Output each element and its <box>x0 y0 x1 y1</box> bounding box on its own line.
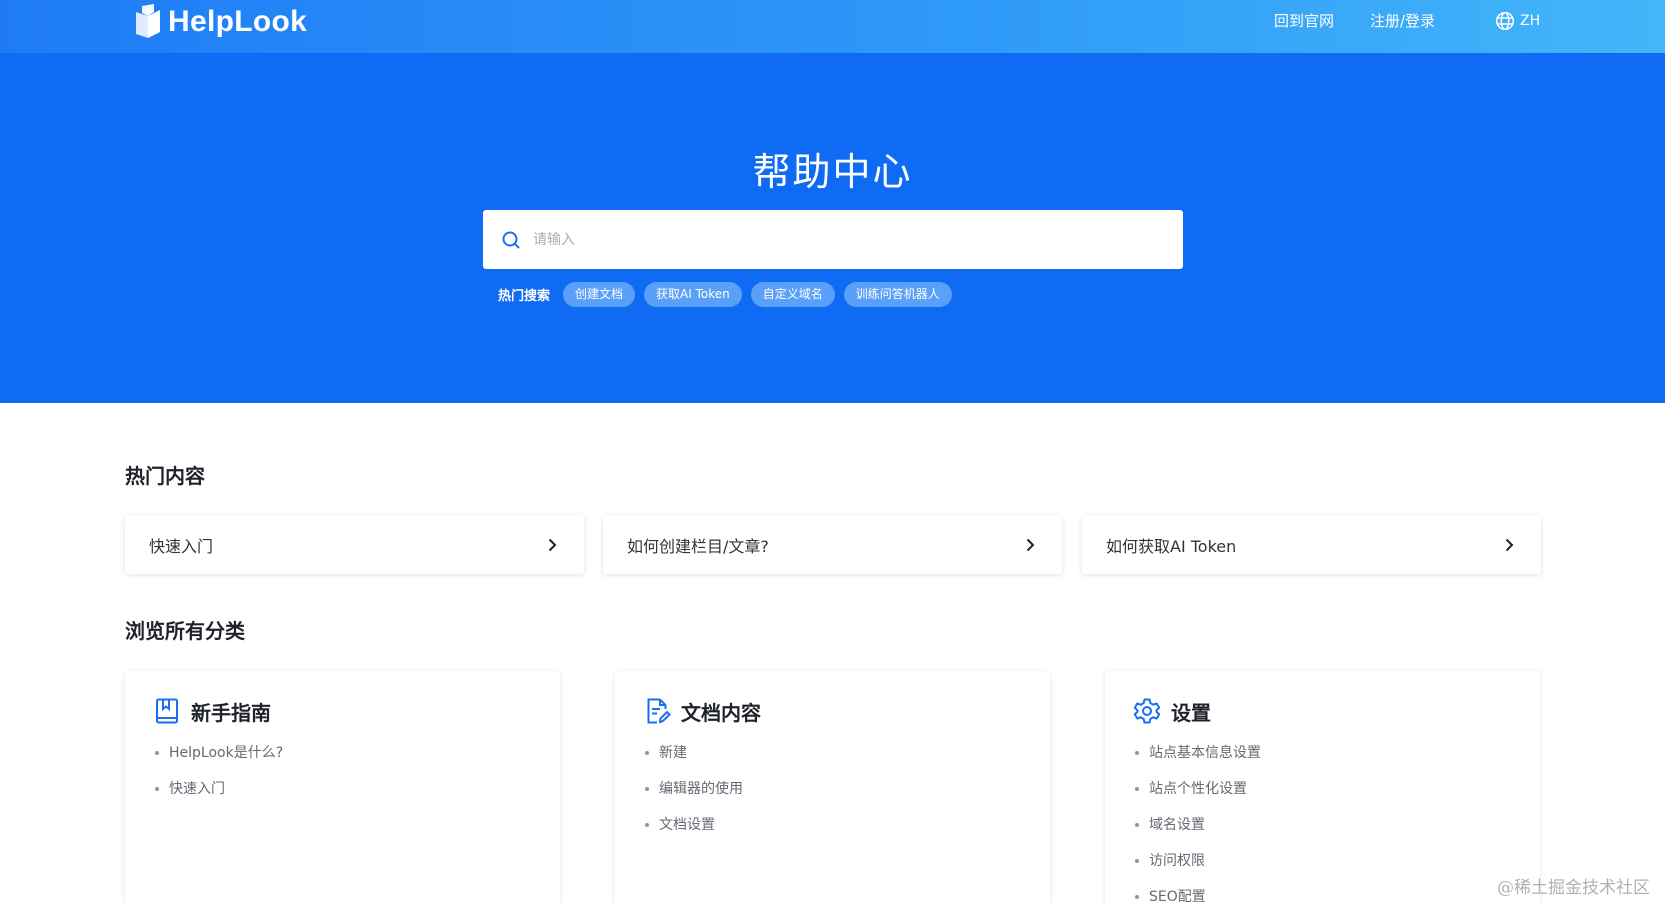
category-article-list: HelpLook是什么? 快速入门 <box>153 739 532 811</box>
article-link[interactable]: 域名设置 <box>1133 811 1512 847</box>
hot-card-label: 如何创建栏目/文章? <box>627 536 769 556</box>
globe-icon <box>1495 11 1515 31</box>
category-article-list: 新建 编辑器的使用 文档设置 <box>643 739 1022 847</box>
gear-icon <box>1133 698 1161 724</box>
category-title: 新手指南 <box>191 700 271 725</box>
chevron-right-icon <box>1505 538 1514 551</box>
search-icon <box>502 231 520 248</box>
hot-card-label: 快速入门 <box>149 536 214 556</box>
helplook-logo[interactable]: HelpLook <box>134 2 307 42</box>
article-link[interactable]: 访问权限 <box>1133 847 1512 883</box>
document-edit-icon <box>647 698 671 724</box>
logo-mark-icon <box>136 4 160 38</box>
chevron-right-icon <box>1026 538 1035 551</box>
article-link[interactable]: 编辑器的使用 <box>643 775 1022 811</box>
category-title: 设置 <box>1171 700 1211 725</box>
hot-tag-train-qa-bot[interactable]: 训练问答机器人 <box>843 281 952 307</box>
logo-text: HelpLook <box>168 5 308 38</box>
category-header[interactable]: 设置 <box>1133 695 1512 727</box>
browse-categories-heading: 浏览所有分类 <box>125 619 245 643</box>
watermark: @稀土掘金技术社区 <box>1497 878 1650 898</box>
hot-search-label: 热门搜索 <box>498 288 551 304</box>
hot-card-label: 如何获取AI Token <box>1106 536 1237 556</box>
category-title: 文档内容 <box>681 700 761 725</box>
article-link[interactable]: HelpLook是什么? <box>153 739 532 775</box>
book-icon <box>156 698 178 724</box>
search-input[interactable] <box>533 221 1173 258</box>
category-card-settings: 设置 站点基本信息设置 站点个性化设置 域名设置 访问权限 SEO配置 <box>1105 671 1540 903</box>
top-navigation-bar: HelpLook 回到官网 注册/登录 ZH <box>0 0 1665 53</box>
article-link[interactable]: 新建 <box>643 739 1022 775</box>
category-header[interactable]: 文档内容 <box>643 695 1022 727</box>
hot-tag-get-ai-token[interactable]: 获取AI Token <box>644 281 742 307</box>
hero-banner: 帮助中心 热门搜索 创建文档 获取AI Token 自定义域名 训练问答机器人 <box>0 53 1665 403</box>
article-link[interactable]: 文档设置 <box>643 811 1022 847</box>
hot-card-get-ai-token[interactable]: 如何获取AI Token <box>1082 515 1541 574</box>
category-article-list: 站点基本信息设置 站点个性化设置 域名设置 访问权限 SEO配置 <box>1133 739 1512 903</box>
language-label: ZH <box>1520 13 1541 29</box>
page-title: 帮助中心 <box>752 150 913 194</box>
category-card-document-content: 文档内容 新建 编辑器的使用 文档设置 <box>615 671 1050 903</box>
search-bar[interactable] <box>483 210 1183 269</box>
nav-register-login[interactable]: 注册/登录 <box>1370 10 1435 32</box>
hot-search-row: 热门搜索 创建文档 获取AI Token 自定义域名 训练问答机器人 <box>498 281 952 307</box>
article-link[interactable]: 快速入门 <box>153 775 532 811</box>
hot-content-heading: 热门内容 <box>125 464 205 488</box>
chevron-right-icon <box>548 538 557 551</box>
category-card-beginner-guide: 新手指南 HelpLook是什么? 快速入门 <box>125 671 560 903</box>
hot-tag-create-doc[interactable]: 创建文档 <box>563 281 636 307</box>
article-link[interactable]: SEO配置 <box>1133 883 1512 903</box>
nav-back-to-official-site[interactable]: 回到官网 <box>1274 10 1334 32</box>
category-header[interactable]: 新手指南 <box>153 695 532 727</box>
article-link[interactable]: 站点个性化设置 <box>1133 775 1512 811</box>
hot-card-create-column-article[interactable]: 如何创建栏目/文章? <box>603 515 1062 574</box>
hot-tag-custom-domain[interactable]: 自定义域名 <box>750 281 835 307</box>
article-link[interactable]: 站点基本信息设置 <box>1133 739 1512 775</box>
language-switcher[interactable]: ZH <box>1495 10 1540 32</box>
hot-card-quick-start[interactable]: 快速入门 <box>125 515 584 574</box>
